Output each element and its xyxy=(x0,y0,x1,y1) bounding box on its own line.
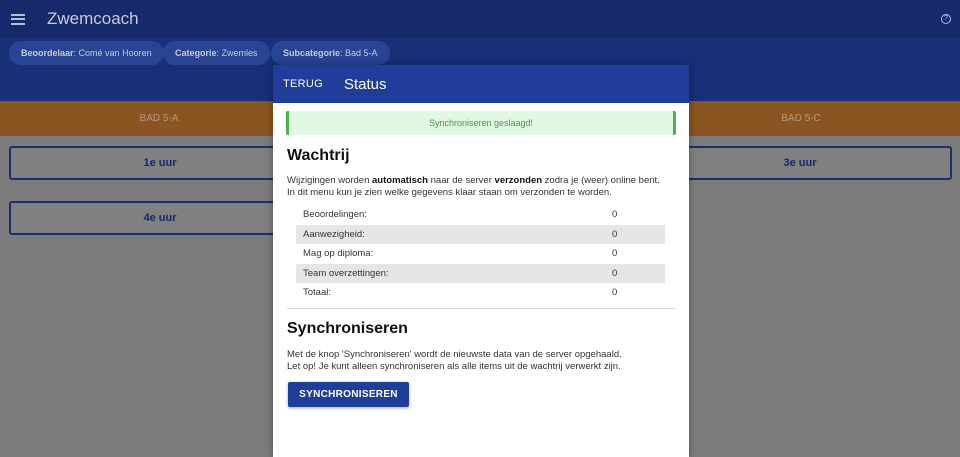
section-divider xyxy=(287,308,675,309)
hamburger-icon[interactable] xyxy=(11,13,25,25)
dialog-header: TERUG Status xyxy=(273,65,689,103)
app-bar: Zwemcoach ? xyxy=(0,0,960,38)
sync-description: Met de knop 'Synchroniseren' wordt de ni… xyxy=(287,349,622,372)
back-button[interactable]: TERUG xyxy=(283,78,323,90)
hour-button-1[interactable]: 1e uur xyxy=(9,146,311,180)
hour-button-3[interactable]: 3e uur xyxy=(648,146,952,180)
table-row: Aanwezigheid: 0 xyxy=(296,224,665,244)
filter-chip-beoordelaar[interactable]: Beoordelaar: Comé van Hooren xyxy=(9,41,164,65)
success-alert: Synchroniseren geslaagd! xyxy=(286,111,676,135)
table-row: Beoordelingen: 0 xyxy=(303,209,618,221)
queue-table: Beoordelingen: 0 Aanwezigheid: 0 Mag op … xyxy=(296,205,665,303)
filter-chip-subcategorie[interactable]: Subcategorie: Bad 5-A xyxy=(271,41,390,65)
tab-bad-5a[interactable]: BAD 5-A xyxy=(0,101,318,136)
hour-button-4[interactable]: 4e uur xyxy=(9,201,311,235)
filter-chip-categorie[interactable]: Categorie: Zwemles xyxy=(163,41,270,65)
table-row: Team overzettingen: 0 xyxy=(296,263,665,283)
app-title: Zwemcoach xyxy=(47,9,139,28)
status-dialog: TERUG Status Synchroniseren geslaagd! Wa… xyxy=(273,65,689,457)
help-circle-icon[interactable]: ? xyxy=(941,14,951,24)
sync-heading: Synchroniseren xyxy=(287,320,408,337)
table-row: Totaal: 0 xyxy=(303,287,618,299)
table-row: Mag op diploma: 0 xyxy=(303,248,618,260)
tab-bad-5c[interactable]: BAD 5-C xyxy=(642,101,960,136)
queue-heading: Wachtrij xyxy=(287,147,350,164)
synchronize-button[interactable]: SYNCHRONISEREN xyxy=(288,382,409,407)
queue-description: Wijzigingen worden automatisch naar de s… xyxy=(287,175,660,198)
dialog-title: Status xyxy=(344,75,387,93)
